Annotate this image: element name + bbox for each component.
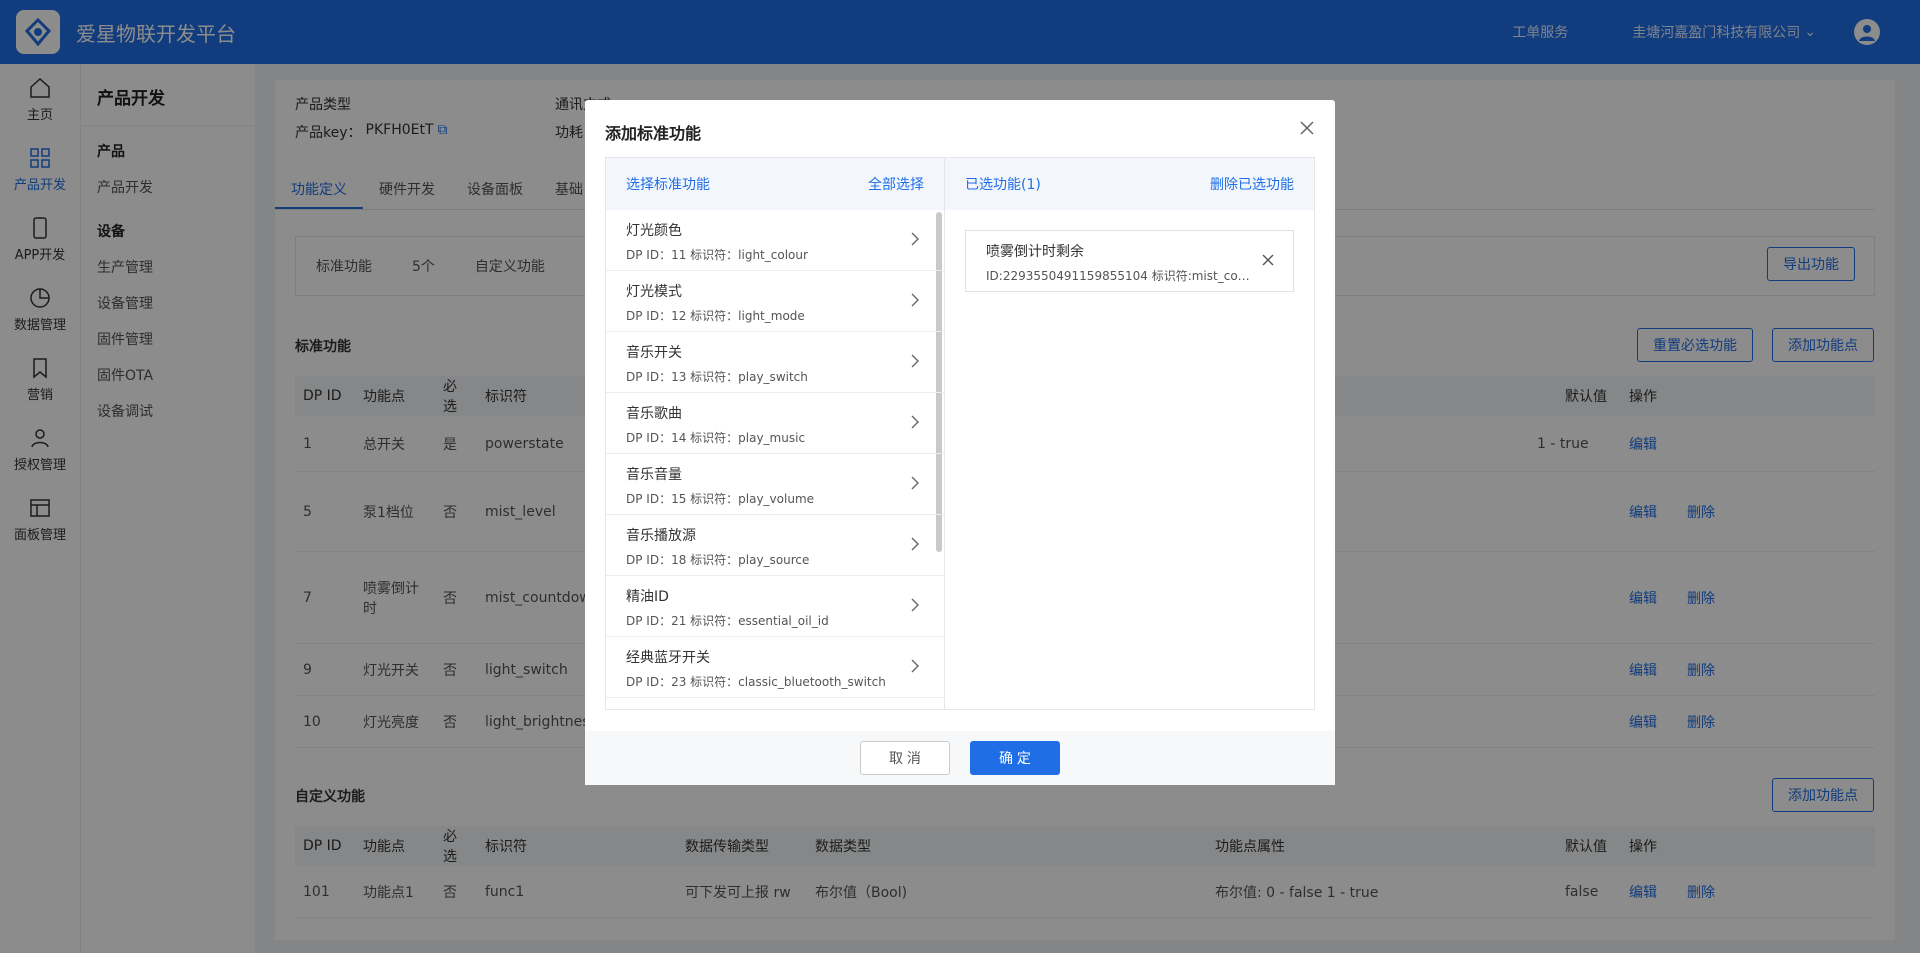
chevron-right-icon [911, 354, 919, 368]
feature-name: 音乐歌曲 [626, 406, 682, 422]
list-item[interactable]: 精油ID DP ID：21 标识符：essential_oil_id [606, 576, 944, 637]
list-item[interactable]: 经典蓝牙开关 DP ID：23 标识符：classic_bluetooth_sw… [606, 637, 944, 698]
feature-meta: DP ID：11 标识符：light_colour [626, 248, 808, 262]
feature-name: 音乐播放源 [626, 528, 696, 544]
feature-name: 灯光颜色 [626, 223, 682, 239]
chevron-right-icon [911, 476, 919, 490]
feature-meta: DP ID：21 标识符：essential_oil_id [626, 614, 829, 628]
feature-name: 经典蓝牙开关 [626, 650, 710, 666]
panel-header: 选择标准功能 全部选择 [606, 158, 944, 210]
confirm-button[interactable]: 确 定 [970, 741, 1060, 775]
feature-name: 精油ID [626, 589, 669, 605]
chevron-right-icon [911, 232, 919, 246]
select-all-button[interactable]: 全部选择 [868, 174, 924, 194]
selected-feature-name: 喷雾倒计时剩余 [986, 244, 1084, 260]
list-item[interactable]: 灯光模式 DP ID：12 标识符：light_mode [606, 271, 944, 332]
feature-meta: DP ID：14 标识符：play_music [626, 431, 806, 445]
delete-selected-button[interactable]: 删除已选功能 [1210, 174, 1294, 194]
panel-header: 已选功能(1) 删除已选功能 [945, 158, 1314, 210]
list-item[interactable]: 灯光颜色 DP ID：11 标识符：light_colour [606, 210, 944, 271]
feature-list[interactable]: 灯光颜色 DP ID：11 标识符：light_colour 灯光模式 DP I… [606, 210, 944, 710]
close-icon[interactable] [1297, 118, 1317, 138]
select-feature-label: 选择标准功能 [626, 177, 710, 193]
chevron-right-icon [911, 537, 919, 551]
remove-icon[interactable] [1261, 253, 1275, 267]
feature-meta: DP ID：12 标识符：light_mode [626, 309, 805, 323]
selected-count-label: 已选功能(1) [965, 177, 1041, 193]
chevron-right-icon [911, 598, 919, 612]
list-item[interactable]: 音乐播放源 DP ID：18 标识符：play_source [606, 515, 944, 576]
list-item[interactable]: 音乐开关 DP ID：13 标识符：play_switch [606, 332, 944, 393]
modal-footer: 取 消 确 定 [585, 731, 1335, 785]
list-item[interactable]: 音乐歌曲 DP ID：14 标识符：play_music [606, 393, 944, 454]
cancel-button[interactable]: 取 消 [860, 741, 950, 775]
feature-meta: DP ID：23 标识符：classic_bluetooth_switch [626, 675, 886, 689]
feature-name: 音乐音量 [626, 467, 682, 483]
chevron-right-icon [911, 659, 919, 673]
feature-select-panel: 选择标准功能 全部选择 灯光颜色 DP ID：11 标识符：light_colo… [605, 157, 945, 710]
list-item[interactable]: 音乐音量 DP ID：15 标识符：play_volume [606, 454, 944, 515]
selected-feature-panel: 已选功能(1) 删除已选功能 喷雾倒计时剩余 ID:22935504911598… [944, 157, 1315, 710]
modal-title: 添加标准功能 [605, 124, 702, 143]
feature-meta: DP ID：15 标识符：play_volume [626, 492, 815, 506]
feature-name: 灯光模式 [626, 284, 682, 300]
selected-feature-card: 喷雾倒计时剩余 ID:2293550491159855104 标识符:mist_… [965, 230, 1294, 292]
chevron-right-icon [911, 415, 919, 429]
feature-meta: DP ID：18 标识符：play_source [626, 553, 810, 567]
add-standard-function-modal: 添加标准功能 选择标准功能 全部选择 灯光颜色 DP ID：11 标识符：lig… [585, 100, 1335, 785]
feature-name: 音乐开关 [626, 345, 682, 361]
chevron-right-icon [911, 293, 919, 307]
selected-feature-meta: ID:2293550491159855104 标识符:mist_countdow… [986, 269, 1256, 283]
feature-meta: DP ID：13 标识符：play_switch [626, 370, 808, 384]
